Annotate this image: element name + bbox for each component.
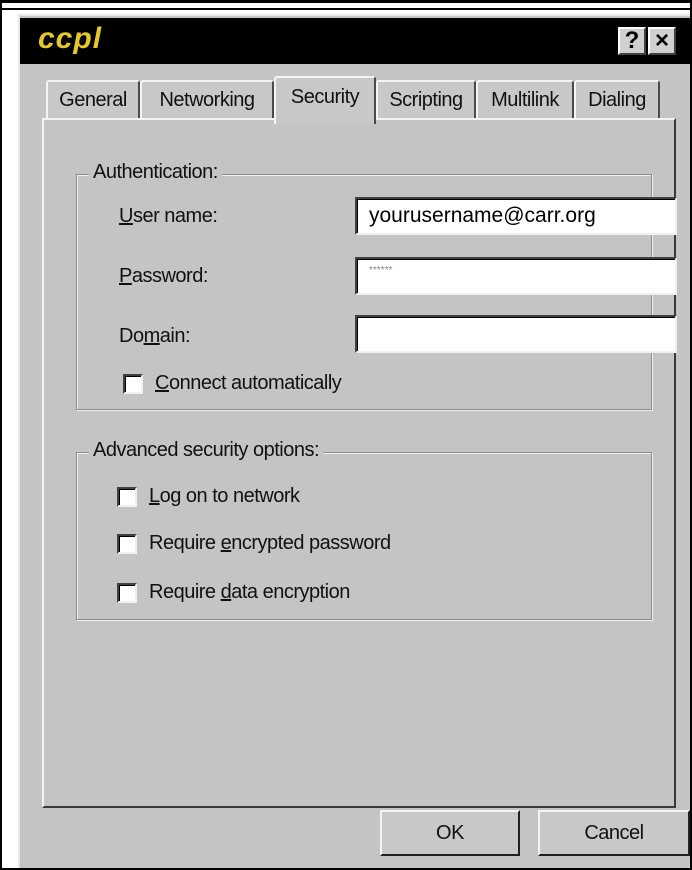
require-data-encryption-label[interactable]: Require data encryption: [149, 581, 350, 604]
security-tab-panel: Authentication: User name: yourusername@…: [42, 118, 677, 808]
help-button[interactable]: ?: [618, 27, 646, 55]
advanced-security-legend: Advanced security options:: [89, 439, 324, 462]
password-input[interactable]: ******: [355, 257, 677, 295]
password-label: Password:: [119, 265, 208, 287]
tab-security[interactable]: Security: [274, 76, 376, 124]
require-encrypted-password-checkbox[interactable]: [117, 534, 137, 554]
domain-label: Domain:: [119, 325, 191, 347]
log-on-to-network-label[interactable]: Log on to network: [149, 485, 300, 508]
tab-networking[interactable]: Networking: [140, 80, 274, 120]
top-rule: [0, 8, 692, 10]
authentication-group: Authentication: User name: yourusername@…: [76, 161, 677, 410]
tab-dialing[interactable]: Dialing: [574, 80, 660, 120]
window-title: ccpl: [38, 22, 103, 55]
require-data-encryption-checkbox[interactable]: [117, 583, 137, 603]
user-name-input[interactable]: yourusername@carr.org: [355, 197, 677, 235]
ok-button[interactable]: OK: [380, 810, 520, 856]
require-encrypted-password-label[interactable]: Require encrypted password: [149, 532, 391, 555]
tab-general[interactable]: General: [46, 80, 140, 120]
log-on-to-network-checkbox[interactable]: [117, 487, 137, 507]
tab-scripting[interactable]: Scripting: [376, 80, 476, 120]
tab-multilink[interactable]: Multilink: [476, 80, 574, 120]
cancel-button[interactable]: Cancel: [538, 810, 690, 856]
connect-automatically-checkbox[interactable]: [123, 374, 143, 394]
dialog-window: ccpl ? × General Networking Security Scr…: [18, 14, 690, 868]
advanced-security-group: Advanced security options: Log on to net…: [76, 439, 652, 620]
connect-automatically-label[interactable]: Connect automatically: [155, 372, 342, 395]
user-name-label: User name:: [119, 205, 218, 227]
close-button[interactable]: ×: [648, 27, 676, 55]
title-bar[interactable]: ccpl ? ×: [20, 18, 690, 64]
domain-input[interactable]: [355, 315, 677, 353]
authentication-legend: Authentication:: [89, 161, 222, 184]
